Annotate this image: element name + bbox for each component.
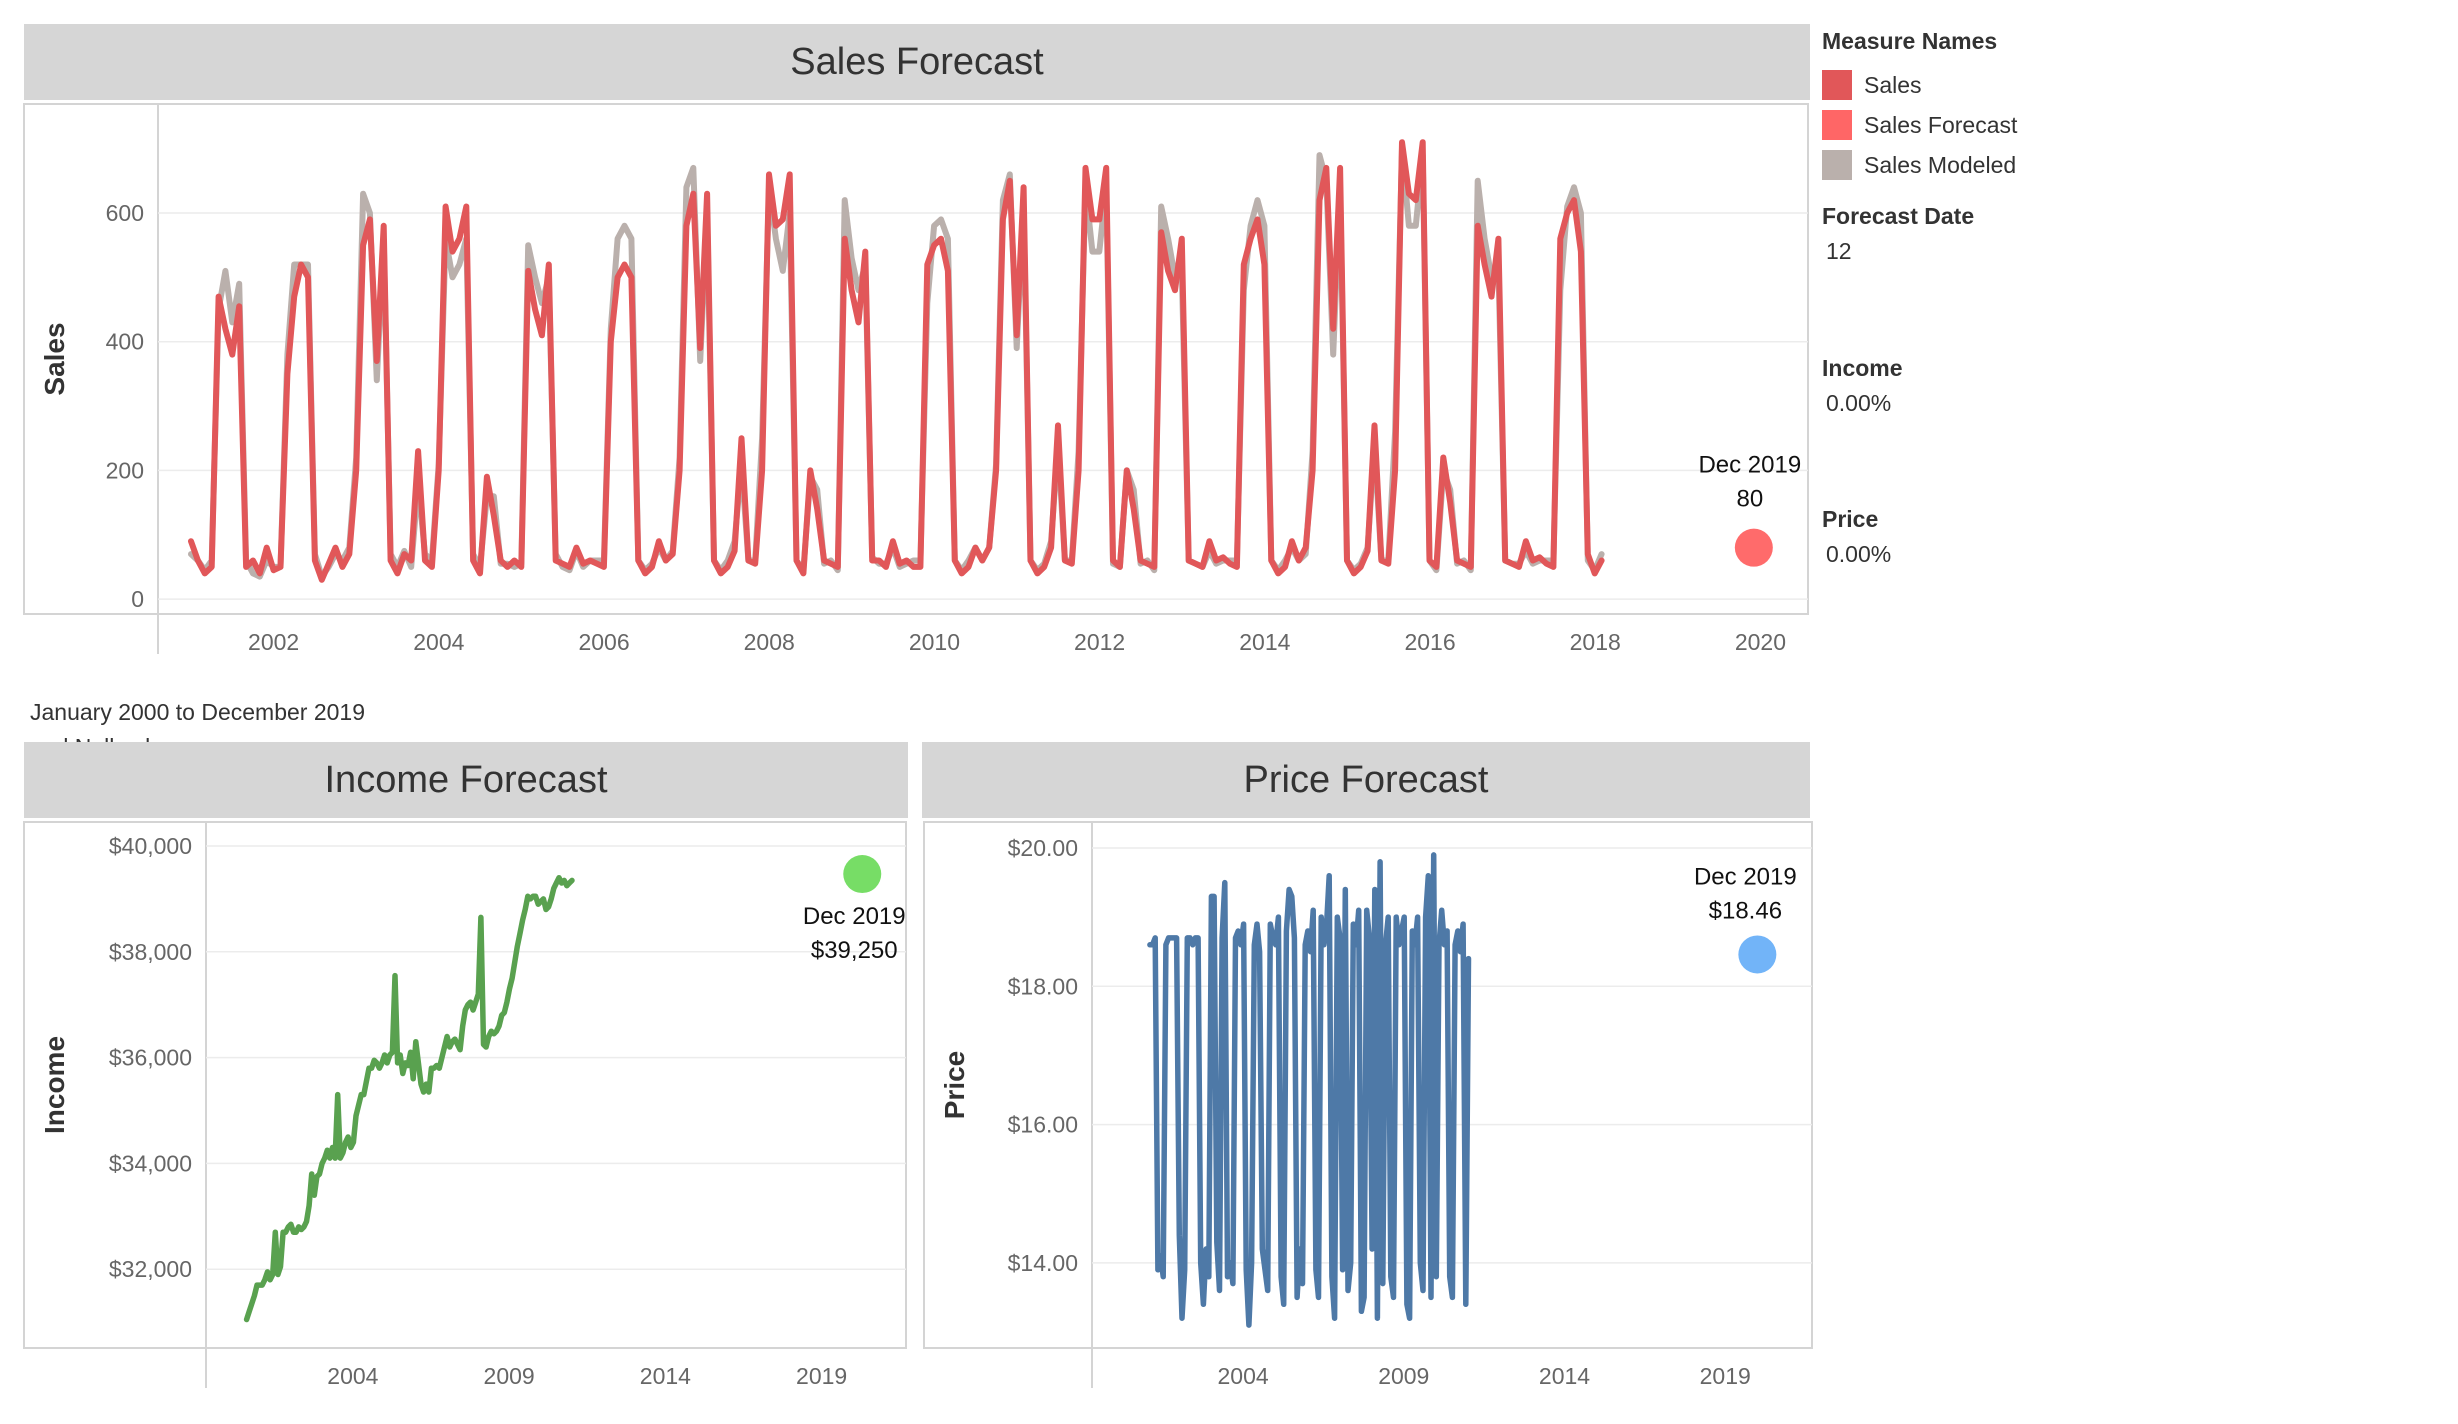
y-tick-label: 0	[131, 586, 144, 612]
x-tick-label: 2019	[1700, 1363, 1751, 1389]
forecast-label-value: 80	[1736, 486, 1763, 513]
x-tick-label: 2008	[744, 629, 795, 655]
x-tick-label: 2004	[413, 629, 464, 655]
x-tick-label: 2018	[1570, 629, 1621, 655]
y-tick-label: $16.00	[1008, 1112, 1078, 1138]
forecast-label-date: Dec 2019	[803, 903, 906, 930]
series-line-price	[1147, 852, 1472, 1328]
y-axis-title: Price	[939, 1051, 970, 1120]
caption-line-1: January 2000 to December 2019	[30, 699, 365, 725]
param-price-value[interactable]: 0.00%	[1826, 541, 1891, 568]
legend-item-sales-forecast[interactable]: Sales Forecast	[1822, 105, 2017, 145]
x-tick-label: 2019	[796, 1363, 847, 1389]
param-forecast-date-label: Forecast Date	[1822, 203, 1975, 229]
x-tick-label: 2014	[1539, 1363, 1590, 1389]
income-forecast-title-bar: Income Forecast	[24, 742, 908, 818]
forecast-label-date: Dec 2019	[1698, 452, 1801, 479]
forecast-point	[1734, 528, 1773, 567]
x-tick-label: 2012	[1074, 629, 1125, 655]
x-tick-label: 2004	[1217, 1363, 1268, 1389]
legend-item-sales-modeled[interactable]: Sales Modeled	[1822, 145, 2017, 185]
series-line-income	[243, 874, 575, 1323]
legend-label-sales-modeled: Sales Modeled	[1864, 151, 2017, 178]
income-forecast-chart[interactable]: $32,000 $34,000 $36,000 $38,000 $40,000 2004 2…	[0, 818, 912, 1408]
y-tick-label: 200	[106, 457, 144, 483]
param-income[interactable]: Income 0.00%	[1822, 355, 1903, 417]
forecast-point	[1738, 935, 1777, 974]
y-axis-title: Income	[39, 1036, 70, 1134]
x-tick-label: 2016	[1404, 629, 1455, 655]
param-income-label: Income	[1822, 355, 1903, 381]
x-tick-label: 2014	[1239, 629, 1290, 655]
legend-label-sales: Sales	[1864, 71, 1922, 98]
legend-label-sales-forecast: Sales Forecast	[1864, 111, 2018, 138]
y-tick-label: $20.00	[1008, 835, 1078, 861]
y-tick-label: $34,000	[109, 1150, 192, 1176]
income-forecast-title: Income Forecast	[324, 758, 608, 801]
param-forecast-date-value[interactable]: 12	[1826, 238, 1974, 265]
y-axis-title: Sales	[39, 322, 70, 395]
legend-swatch-sales-forecast	[1822, 110, 1852, 140]
y-tick-label: 600	[106, 200, 144, 226]
legend-item-sales[interactable]: Sales	[1822, 65, 2017, 105]
x-tick-label: 2009	[1378, 1363, 1429, 1389]
y-tick-label: $36,000	[109, 1045, 192, 1071]
y-tick-label: $14.00	[1008, 1250, 1078, 1276]
x-tick-label: 2020	[1735, 629, 1786, 655]
x-tick-label: 2002	[248, 629, 299, 655]
forecast-point	[843, 855, 882, 894]
y-tick-label: 400	[106, 329, 144, 355]
series-line-sales	[188, 139, 1605, 583]
legend-title: Measure Names	[1822, 28, 1998, 54]
forecast-label-date: Dec 2019	[1694, 863, 1797, 890]
x-tick-label: 2006	[578, 629, 629, 655]
price-forecast-title-bar: Price Forecast	[922, 742, 1810, 818]
price-forecast-title: Price Forecast	[1243, 758, 1489, 801]
y-tick-label: $38,000	[109, 939, 192, 965]
sales-forecast-chart[interactable]: 0 200 400 600 2002 2004 2006 2008 2010 2012 2014 20…	[0, 100, 1816, 680]
forecast-label-value: $18.46	[1709, 897, 1782, 924]
x-tick-label: 2010	[909, 629, 960, 655]
param-income-value[interactable]: 0.00%	[1826, 390, 1903, 417]
y-tick-label: $32,000	[109, 1256, 192, 1282]
measure-names-legend: Measure Names Sales Sales Forecast Sales…	[1822, 28, 2017, 185]
param-forecast-date[interactable]: Forecast Date 12	[1822, 203, 1974, 265]
price-forecast-chart[interactable]: $14.00 $16.00 $18.00 $20.00 2004 2009 2014 2019…	[920, 818, 1816, 1408]
param-price-label: Price	[1822, 506, 1879, 532]
param-price[interactable]: Price 0.00%	[1822, 506, 1891, 568]
legend-swatch-sales	[1822, 70, 1852, 100]
sales-forecast-title-bar: Sales Forecast	[24, 24, 1810, 100]
x-tick-label: 2014	[640, 1363, 691, 1389]
x-tick-label: 2004	[327, 1363, 378, 1389]
forecast-label-value: $39,250	[811, 937, 898, 964]
y-tick-label: $18.00	[1008, 973, 1078, 999]
x-tick-label: 2009	[484, 1363, 535, 1389]
legend-swatch-sales-modeled	[1822, 150, 1852, 180]
y-tick-label: $40,000	[109, 833, 192, 859]
sales-forecast-title: Sales Forecast	[790, 40, 1044, 83]
